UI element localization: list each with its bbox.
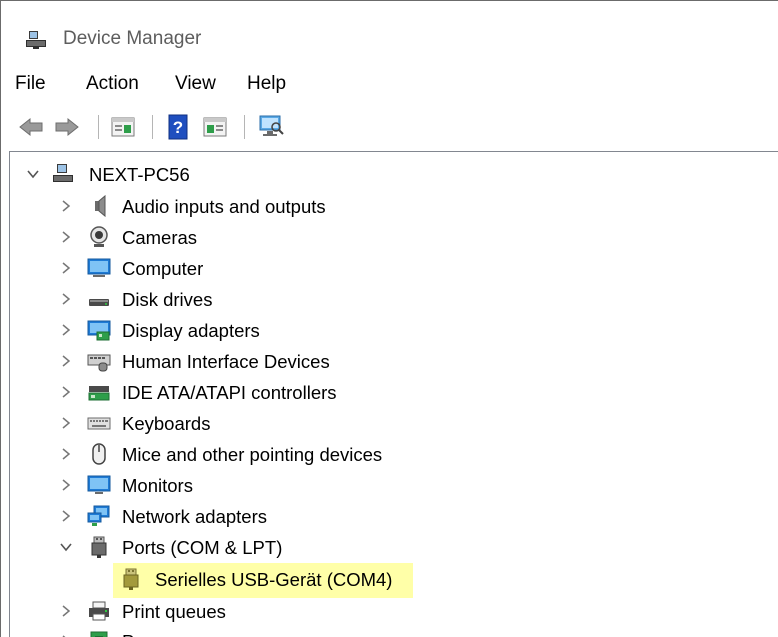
tree-item-label: Human Interface Devices (122, 351, 330, 372)
tree-item-label: Display adapters (122, 320, 260, 341)
toolbar-separator (244, 115, 245, 139)
chevron-right-icon[interactable] (59, 447, 73, 461)
device-manager-window: Device Manager File Action View Help ? N… (0, 0, 778, 637)
chevron-right-icon[interactable] (59, 385, 73, 399)
disk-drive-icon (89, 299, 109, 306)
tree-item-label: Print queues (122, 601, 226, 622)
tree-item-label: IDE ATA/ATAPI controllers (122, 382, 337, 403)
processor-icon (90, 631, 108, 637)
action-pane-button[interactable] (201, 113, 229, 141)
chevron-right-icon[interactable] (59, 323, 73, 337)
forward-icon (55, 117, 79, 137)
toolbar-separator (98, 115, 99, 139)
window-title: Device Manager (63, 28, 202, 49)
chevron-down-icon[interactable] (59, 540, 73, 554)
help-button[interactable]: ? (164, 113, 192, 141)
menu-view[interactable]: View (175, 73, 216, 95)
action-pane-icon (203, 117, 227, 137)
chevron-right-icon[interactable] (59, 416, 73, 430)
tree-item-label: Monitors (122, 475, 193, 496)
network-adapter-icon (87, 505, 110, 526)
tree-item-label: Network adapters (122, 506, 267, 527)
tree-root-label: NEXT-PC56 (89, 164, 190, 185)
tree-item-label: Disk drives (122, 289, 213, 310)
tree-item-label: Ports (COM & LPT) (122, 537, 283, 558)
speaker-icon (95, 194, 106, 218)
back-button[interactable] (17, 113, 45, 141)
chevron-right-icon[interactable] (59, 261, 73, 275)
back-icon (19, 117, 43, 137)
help-icon: ? (168, 114, 188, 140)
menu-bar: File Action View Help (1, 65, 778, 101)
menu-action[interactable]: Action (86, 73, 139, 95)
camera-icon (90, 226, 108, 247)
device-manager-icon (26, 31, 46, 49)
chevron-right-icon[interactable] (59, 230, 73, 244)
printer-icon (89, 601, 109, 621)
properties-icon (111, 117, 135, 137)
toolbar: ? (1, 105, 778, 149)
menu-file[interactable]: File (15, 73, 46, 95)
monitor-icon (87, 475, 111, 494)
display-adapter-icon (87, 320, 111, 341)
tree-item-label: Computer (122, 258, 204, 279)
computer-host-icon (53, 164, 73, 182)
ide-controller-icon (88, 386, 110, 401)
tree-item-label: Serielles USB-Gerät (COM4) (155, 569, 393, 590)
computer-icon (87, 258, 111, 277)
chevron-down-icon[interactable] (26, 167, 40, 181)
tree-item-label: Keyboards (122, 413, 211, 434)
chevron-right-icon[interactable] (59, 509, 73, 523)
tree-item-label: Mice and other pointing devices (122, 444, 383, 465)
chevron-right-icon[interactable] (59, 199, 73, 213)
port-icon (91, 536, 107, 558)
chevron-right-icon[interactable] (59, 354, 73, 368)
chevron-right-icon[interactable] (59, 604, 73, 618)
forward-button[interactable] (53, 113, 81, 141)
chevron-right-icon[interactable] (59, 292, 73, 306)
menu-help[interactable]: Help (247, 73, 286, 95)
scan-hardware-button[interactable] (257, 113, 285, 141)
tree-item-label: Cameras (122, 227, 198, 248)
scan-hardware-icon (259, 115, 284, 136)
usb-serial-icon (123, 568, 139, 590)
mouse-icon (92, 443, 106, 465)
svg-text:?: ? (173, 118, 183, 137)
tree-item-label: P (122, 631, 134, 637)
keyboard-icon (87, 417, 111, 430)
tree-item-label: Audio inputs and outputs (122, 196, 326, 217)
title-bar[interactable]: Device Manager (1, 1, 778, 59)
chevron-right-icon[interactable] (59, 478, 73, 492)
properties-button[interactable] (109, 113, 137, 141)
hid-icon (87, 354, 111, 372)
toolbar-separator (152, 115, 153, 139)
